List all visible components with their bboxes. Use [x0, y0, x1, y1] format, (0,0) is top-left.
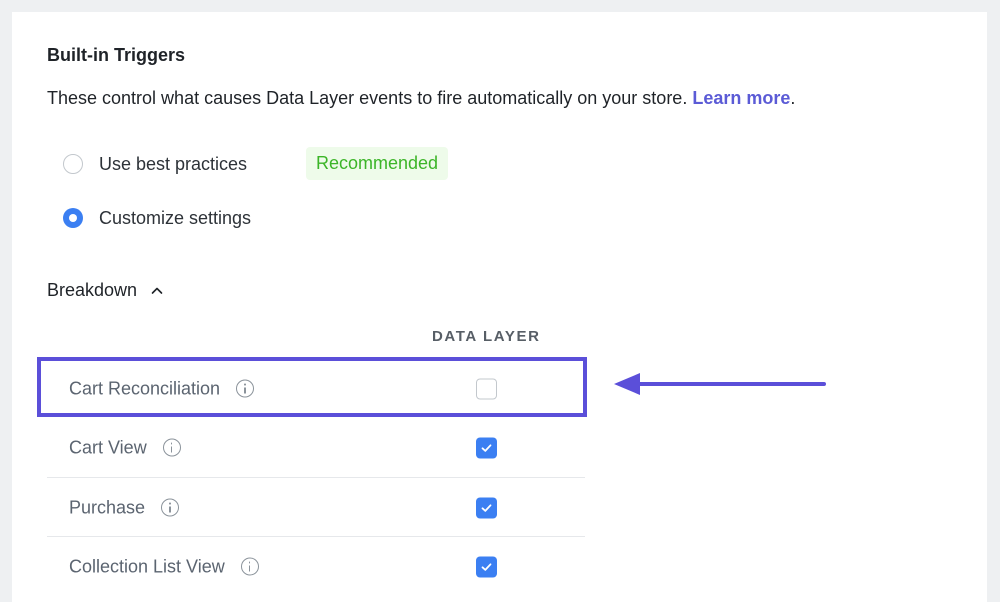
data-layer-checkbox-checked[interactable] [476, 497, 497, 518]
trigger-row-cart-reconciliation: Cart Reconciliation [47, 359, 585, 418]
radio-use-best-practices[interactable]: Use best practices [63, 152, 247, 176]
trigger-label: Cart Reconciliation [69, 378, 221, 398]
chevron-up-icon [151, 287, 163, 294]
built-in-triggers-card: Built-in Triggers These control what cau… [12, 12, 987, 602]
checkmark-icon [481, 443, 492, 452]
data-layer-checkbox-checked[interactable] [476, 437, 497, 458]
info-icon[interactable] [236, 379, 255, 398]
trigger-label: Purchase [69, 497, 146, 517]
column-header-data-layer: DATA LAYER [432, 328, 541, 345]
radio-label: Use best practices [99, 153, 248, 174]
radio-button-checked[interactable] [63, 208, 83, 228]
learn-more-link[interactable]: Learn more [692, 88, 790, 108]
trigger-row-cart-view: Cart View [47, 418, 585, 477]
annotation-arrow-left-icon [614, 373, 826, 395]
info-icon[interactable] [162, 438, 181, 457]
data-layer-checkbox-checked[interactable] [476, 556, 497, 577]
trigger-label: Cart View [69, 437, 147, 457]
radio-button-unchecked[interactable] [63, 154, 83, 174]
checkmark-icon [481, 503, 492, 512]
trigger-label: Collection List View [69, 556, 225, 576]
description-period: . [790, 88, 796, 108]
radio-customize-settings[interactable]: Customize settings [63, 206, 251, 230]
trigger-row-purchase: Purchase [47, 478, 585, 537]
section-title: Built-in Triggers [47, 45, 186, 65]
description-text: These control what causes Data Layer eve… [47, 88, 688, 108]
section-description: These control what causes Data Layer eve… [47, 88, 795, 109]
recommended-badge: Recommended [306, 147, 449, 180]
breakdown-toggle[interactable]: Breakdown [47, 280, 163, 301]
checkmark-icon [481, 562, 492, 571]
trigger-row-collection-list-view: Collection List View [47, 537, 585, 596]
info-icon[interactable] [161, 498, 180, 517]
info-icon[interactable] [240, 557, 259, 576]
radio-label: Customize settings [99, 207, 252, 228]
data-layer-checkbox-unchecked[interactable] [476, 378, 497, 399]
breakdown-label: Breakdown [47, 280, 138, 300]
